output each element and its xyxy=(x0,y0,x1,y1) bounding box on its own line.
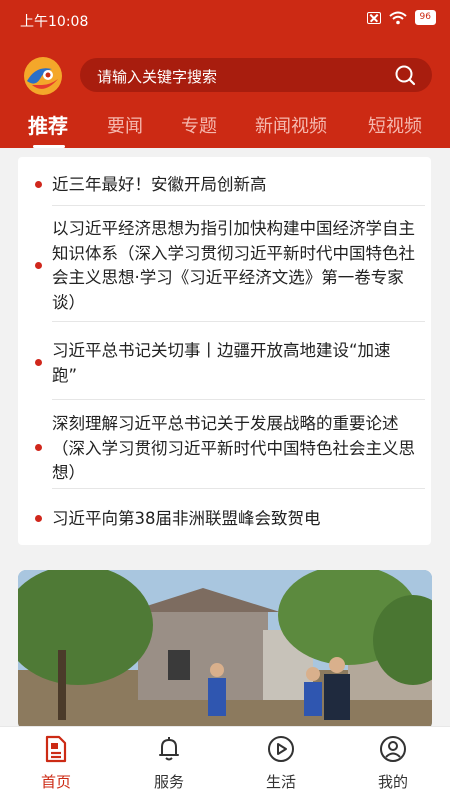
search-placeholder: 请输入关键字搜索 xyxy=(97,68,218,86)
status-time: 上午10:08 xyxy=(20,14,89,30)
play-circle-icon xyxy=(268,736,294,762)
news-title: 近三年最好！安徽开局创新高 xyxy=(52,175,267,194)
featured-photo[interactable] xyxy=(18,570,432,730)
nav-profile[interactable]: 我的 xyxy=(358,735,428,792)
bullet-dot xyxy=(35,444,42,451)
divider xyxy=(52,399,425,400)
tab-news-video[interactable]: 新闻视频 xyxy=(255,112,327,138)
active-tab-indicator xyxy=(33,145,65,148)
divider xyxy=(52,321,425,322)
bullet-dot xyxy=(35,515,42,522)
search-bar[interactable]: 请输入关键字搜索 xyxy=(80,58,432,92)
nav-home[interactable]: 首页 xyxy=(21,735,91,792)
tab-topics[interactable]: 专题 xyxy=(181,112,217,138)
tab-headlines[interactable]: 要闻 xyxy=(107,112,143,138)
tab-short-video[interactable]: 短视频 xyxy=(368,112,422,138)
nav-services-label: 服务 xyxy=(153,773,184,791)
news-title: 以习近平经济思想为指引加快构建中国经济学自主知识体系（深入学习贯彻习近平新时代中… xyxy=(52,219,415,312)
news-list: 近三年最好！安徽开局创新高 以习近平经济思想为指引加快构建中国经济学自主知识体系… xyxy=(18,157,431,545)
news-title: 习近平向第38届非洲联盟峰会致贺电 xyxy=(52,509,321,528)
bell-icon xyxy=(159,737,179,761)
status-icons: 96 xyxy=(366,10,436,25)
divider xyxy=(52,205,425,206)
nav-home-label: 首页 xyxy=(40,773,71,791)
nav-services[interactable]: 服务 xyxy=(134,735,204,792)
logo-icon[interactable] xyxy=(22,55,64,97)
bullet-dot xyxy=(35,359,42,366)
no-sim-icon xyxy=(366,11,381,24)
app-header: 上午10:08 96 请输入关键字搜索 推荐 要闻 专题 新闻视频 短视频 xyxy=(0,0,450,148)
nav-profile-label: 我的 xyxy=(377,773,408,791)
bullet-dot xyxy=(35,262,42,269)
status-bar: 上午10:08 96 xyxy=(0,0,450,38)
nav-life-label: 生活 xyxy=(265,773,296,791)
bottom-navigation: 首页 服务 生活 我的 xyxy=(0,726,450,801)
bullet-dot xyxy=(35,181,42,188)
battery-indicator: 96 xyxy=(414,10,436,25)
category-tabs: 推荐 要闻 专题 新闻视频 短视频 xyxy=(0,110,450,148)
news-title: 习近平总书记关切事丨边疆开放高地建设“加速跑” xyxy=(52,341,391,385)
wifi-icon xyxy=(388,11,407,24)
featured-photo-image xyxy=(18,570,432,730)
tab-recommend[interactable]: 推荐 xyxy=(28,110,68,139)
news-title: 深刻理解习近平总书记关于发展战略的重要论述（深入学习贯彻习近平新时代中国特色社会… xyxy=(52,414,415,482)
user-icon xyxy=(380,736,406,762)
search-icon[interactable] xyxy=(394,64,416,86)
nav-life[interactable]: 生活 xyxy=(246,735,316,792)
home-icon xyxy=(45,735,67,763)
divider xyxy=(52,488,425,489)
